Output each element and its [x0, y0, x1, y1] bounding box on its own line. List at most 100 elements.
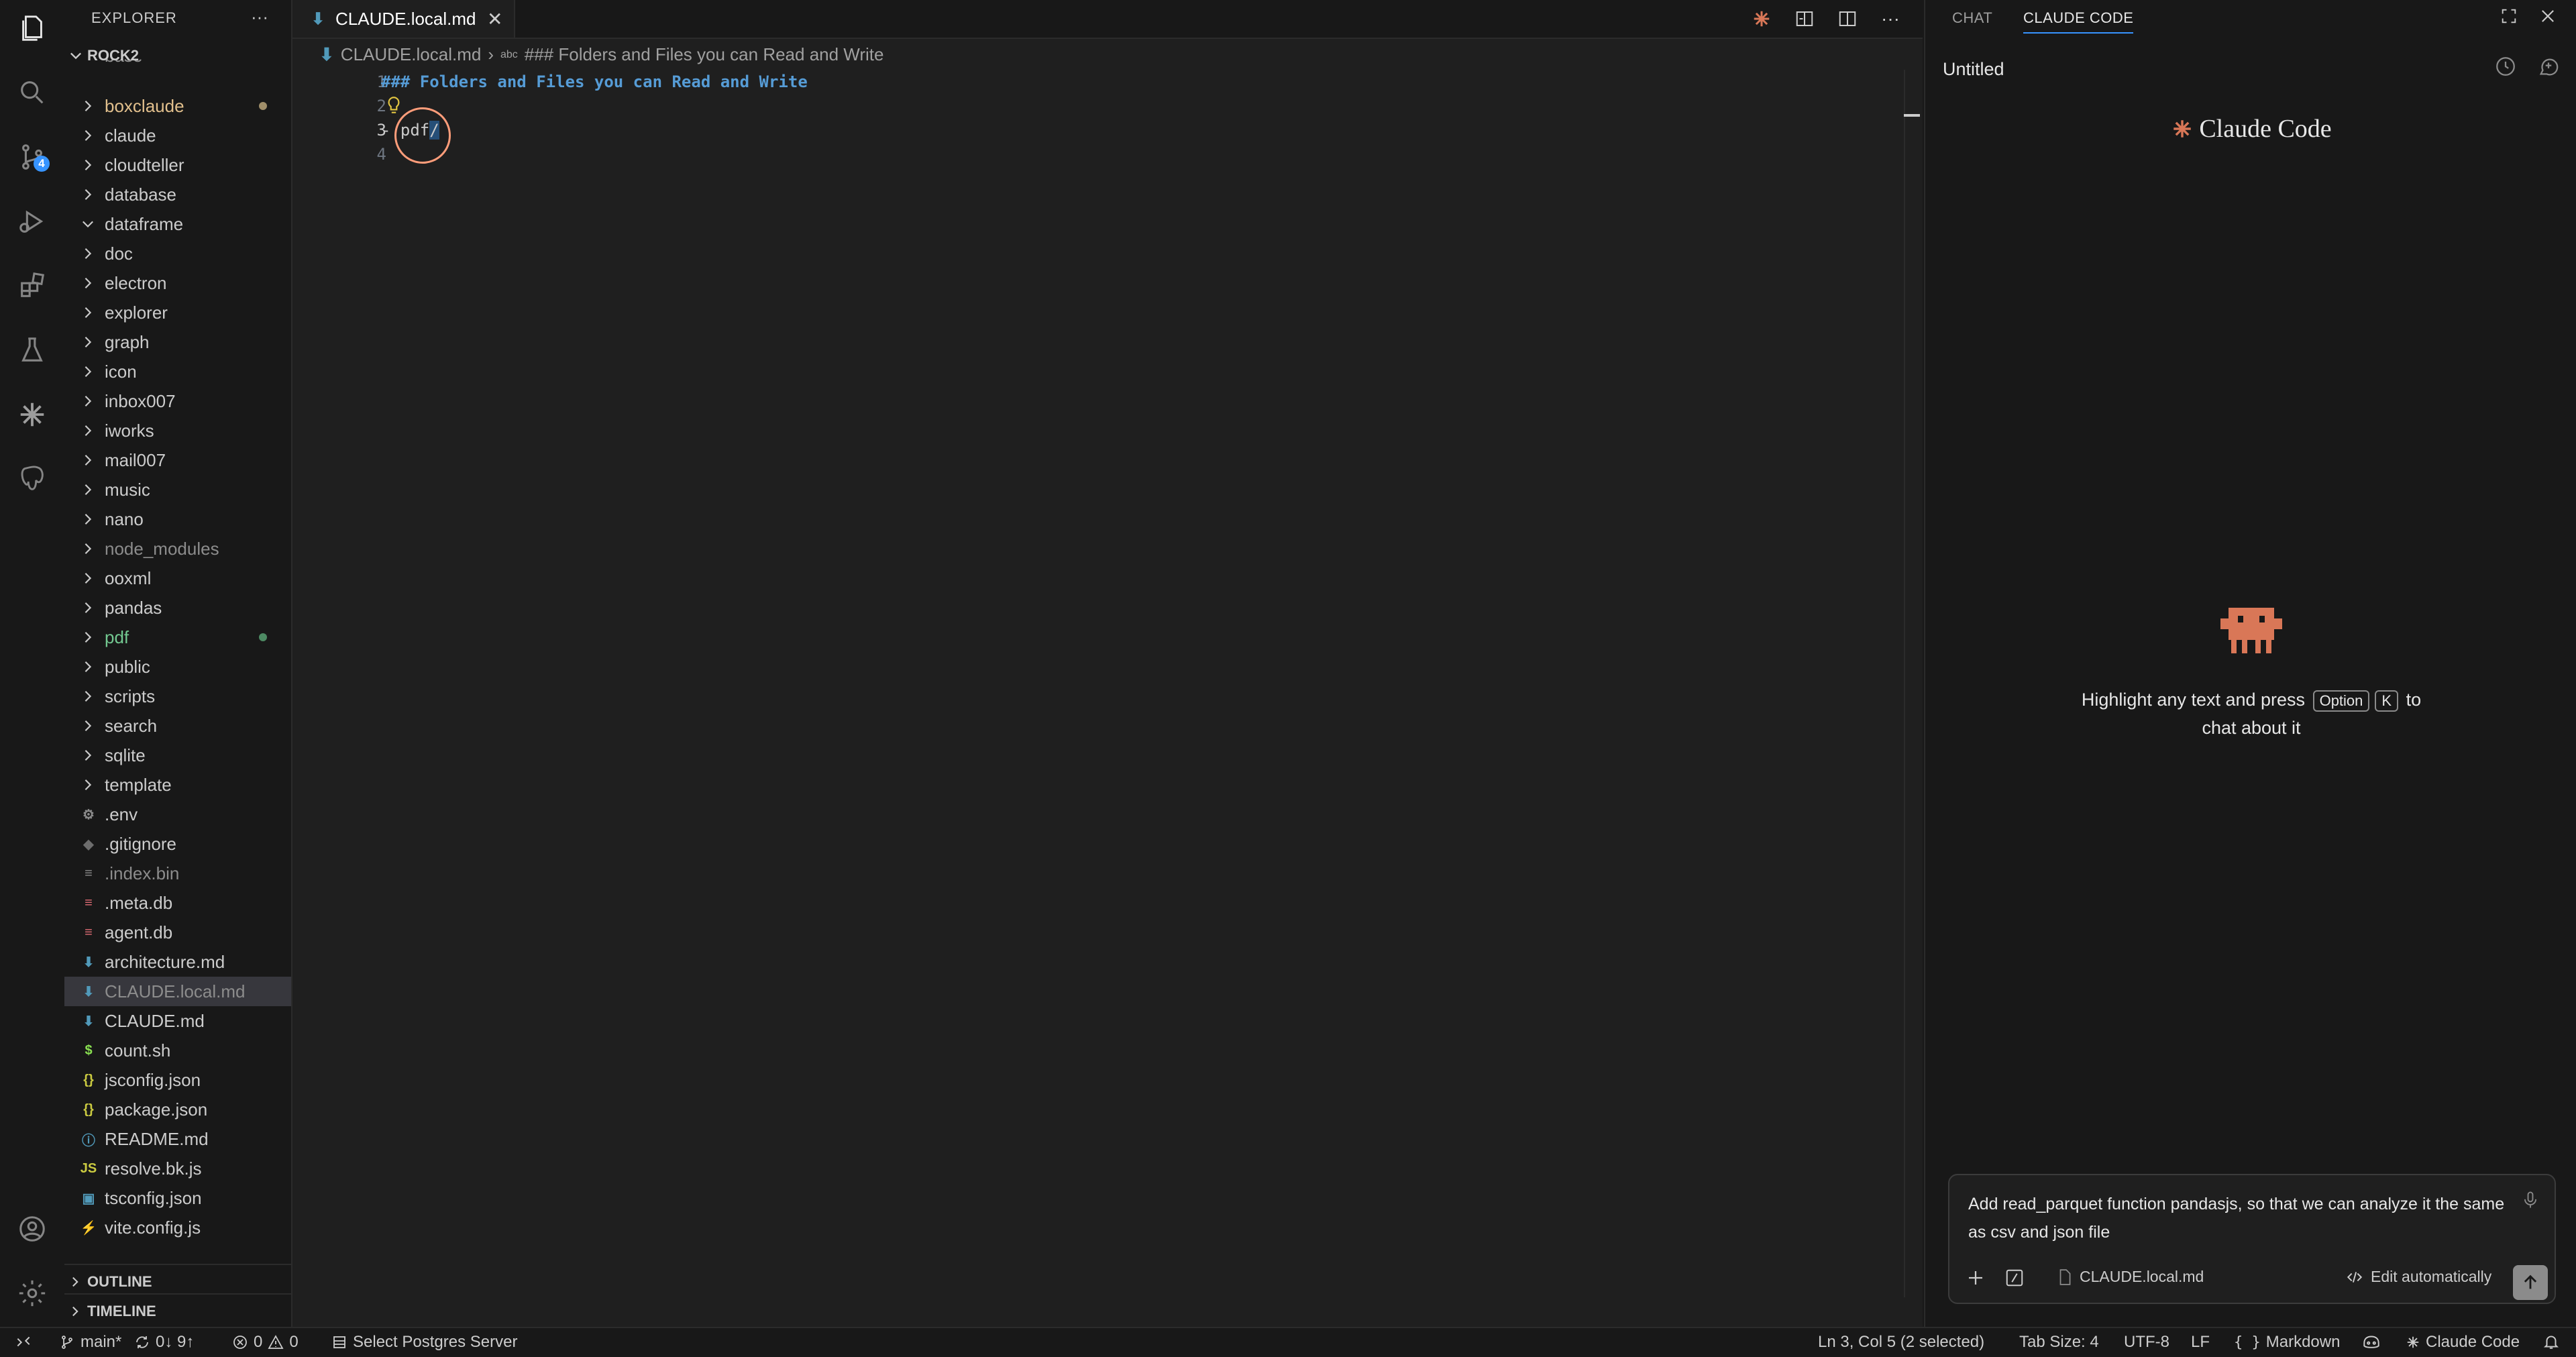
tree-folder[interactable]: node_modules [64, 534, 291, 563]
tree-folder[interactable]: cloudteller [64, 150, 291, 180]
split-editor-icon[interactable] [1835, 7, 1860, 31]
tab-claude-code[interactable]: CLAUDE CODE [2023, 9, 2134, 34]
tab-chat[interactable]: CHAT [1952, 9, 1992, 27]
tree-folder[interactable]: electron [64, 268, 291, 298]
slash-command-icon[interactable] [2004, 1268, 2025, 1288]
tree-folder[interactable]: boxclaude [64, 91, 291, 121]
gear-file-icon: ⚙ [83, 807, 95, 822]
lightbulb-icon[interactable] [385, 95, 402, 119]
outline-section[interactable]: OUTLINE [70, 1273, 152, 1291]
new-chat-icon[interactable] [2537, 55, 2560, 78]
history-clock-icon[interactable] [2494, 55, 2517, 78]
tree-file[interactable]: ▣ tsconfig.json [64, 1183, 291, 1213]
tree-folder[interactable]: database [64, 180, 291, 209]
add-attachment-icon[interactable] [1966, 1268, 1986, 1288]
line-ending[interactable]: LF [2191, 1333, 2210, 1352]
tree-file[interactable]: ⚙ .env [64, 800, 291, 829]
tree-folder[interactable]: scripts [64, 682, 291, 711]
tree-file[interactable]: ≡ .index.bin [64, 859, 291, 888]
search-icon[interactable] [13, 74, 51, 111]
tree-folder[interactable]: template [64, 770, 291, 800]
tree-folder[interactable]: public [64, 652, 291, 682]
tree-folder[interactable]: dataframe [64, 209, 291, 239]
tree-file[interactable]: $ count.sh [64, 1036, 291, 1065]
tree-folder[interactable]: explorer [64, 298, 291, 327]
tree-folder[interactable]: nano [64, 504, 291, 534]
tree-folder[interactable]: ooxml [64, 563, 291, 593]
close-tab-icon[interactable]: ✕ [487, 8, 502, 30]
tree-folder-partial[interactable]: base [64, 59, 291, 89]
tree-file[interactable]: ⬇ CLAUDE.local.md [64, 977, 291, 1006]
more-actions-button[interactable]: ··· [1878, 7, 1902, 31]
tree-folder[interactable]: graph [64, 327, 291, 357]
extensions-icon[interactable] [13, 267, 51, 305]
chevron-right-icon [85, 130, 92, 141]
tab-claude-local-md[interactable]: ⬇ CLAUDE.local.md ✕ [292, 0, 515, 38]
code-line-1[interactable]: ### Folders and Files you can Read and W… [381, 72, 808, 91]
tab-size[interactable]: Tab Size: 4 [2019, 1333, 2099, 1352]
tree-file[interactable]: ⚡ vite.config.js [64, 1213, 291, 1242]
chevron-down-icon [83, 221, 93, 228]
claude-asterisk-icon[interactable] [1750, 7, 1774, 31]
breadcrumb-heading[interactable]: ### Folders and Files you can Read and W… [525, 44, 884, 65]
edit-mode-label: Edit automatically [2371, 1268, 2492, 1285]
tree-file[interactable]: ≡ agent.db [64, 918, 291, 947]
prompt-input[interactable]: Add read_parquet function pandasjs, so t… [1948, 1174, 2556, 1304]
language-mode[interactable]: { } Markdown [2234, 1333, 2340, 1352]
tree-folder[interactable]: icon [64, 357, 291, 386]
cursor-position[interactable]: Ln 3, Col 5 (2 selected) [1818, 1333, 1984, 1352]
tree-file[interactable]: ⬇ CLAUDE.md [64, 1006, 291, 1036]
send-button[interactable] [2513, 1265, 2548, 1300]
tree-folder[interactable]: pdf [64, 622, 291, 652]
postgres-elephant-icon[interactable] [13, 460, 51, 498]
remote-icon[interactable] [15, 1333, 32, 1350]
git-file-icon: ◆ [83, 836, 94, 852]
tree-file[interactable]: {} package.json [64, 1095, 291, 1124]
tree-file[interactable]: JS resolve.bk.js [64, 1154, 291, 1183]
tree-file[interactable]: ◆ .gitignore [64, 829, 291, 859]
tree-folder-label: template [105, 774, 172, 795]
claude-asterisk-icon[interactable] [13, 396, 51, 433]
settings-gear-icon[interactable] [13, 1274, 51, 1312]
explorer-more-button[interactable]: ··· [251, 7, 268, 28]
tree-folder[interactable]: claude [64, 121, 291, 150]
postgres-server-selector[interactable]: Select Postgres Server [331, 1333, 517, 1352]
maximize-icon[interactable] [2500, 7, 2518, 30]
git-sync[interactable]: 0↓ 9↑ [134, 1333, 194, 1352]
open-changes-icon[interactable] [1792, 7, 1817, 31]
notifications-bell-icon[interactable] [2542, 1333, 2560, 1350]
markdown-file-icon: ⬇ [83, 1014, 95, 1029]
close-icon[interactable] [2538, 7, 2557, 30]
run-debug-icon[interactable] [13, 203, 51, 240]
tree-folder[interactable]: mail007 [64, 445, 291, 475]
tree-folder[interactable]: doc [64, 239, 291, 268]
microphone-icon[interactable] [2521, 1190, 2540, 1213]
chevron-right-icon [85, 661, 92, 672]
copilot-icon[interactable] [2361, 1333, 2381, 1350]
tree-file[interactable]: ⬇ architecture.md [64, 947, 291, 977]
tree-file[interactable]: {} jsconfig.json [64, 1065, 291, 1095]
tree-file[interactable]: ⓘ README.md [64, 1124, 291, 1154]
account-icon[interactable] [13, 1210, 51, 1248]
attached-file-chip[interactable]: CLAUDE.local.md [2057, 1268, 2204, 1286]
tree-folder[interactable]: search [64, 711, 291, 741]
tree-folder[interactable]: sqlite [64, 741, 291, 770]
claude-code-status[interactable]: Claude Code [2406, 1333, 2520, 1352]
breadcrumb-file[interactable]: CLAUDE.local.md [341, 44, 482, 65]
edit-mode-toggle[interactable]: Edit automatically [2345, 1268, 2491, 1286]
problems-indicator[interactable]: 0 0 [232, 1333, 299, 1352]
tree-folder[interactable]: iworks [64, 416, 291, 445]
timeline-section[interactable]: TIMELINE [70, 1303, 156, 1320]
git-branch[interactable]: main* [59, 1333, 121, 1352]
explorer-icon[interactable] [13, 9, 51, 47]
chevron-right-icon [85, 691, 92, 702]
prompt-input-text[interactable]: Add read_parquet function pandasjs, so t… [1968, 1190, 2505, 1246]
source-control-icon[interactable]: 4 [13, 138, 51, 176]
tree-folder[interactable]: pandas [64, 593, 291, 622]
editor-scrollbar[interactable] [1904, 70, 1923, 1297]
testing-icon[interactable] [13, 331, 51, 369]
tree-folder[interactable]: music [64, 475, 291, 504]
tree-file[interactable]: ≡ .meta.db [64, 888, 291, 918]
tree-folder[interactable]: inbox007 [64, 386, 291, 416]
encoding[interactable]: UTF-8 [2124, 1333, 2169, 1352]
